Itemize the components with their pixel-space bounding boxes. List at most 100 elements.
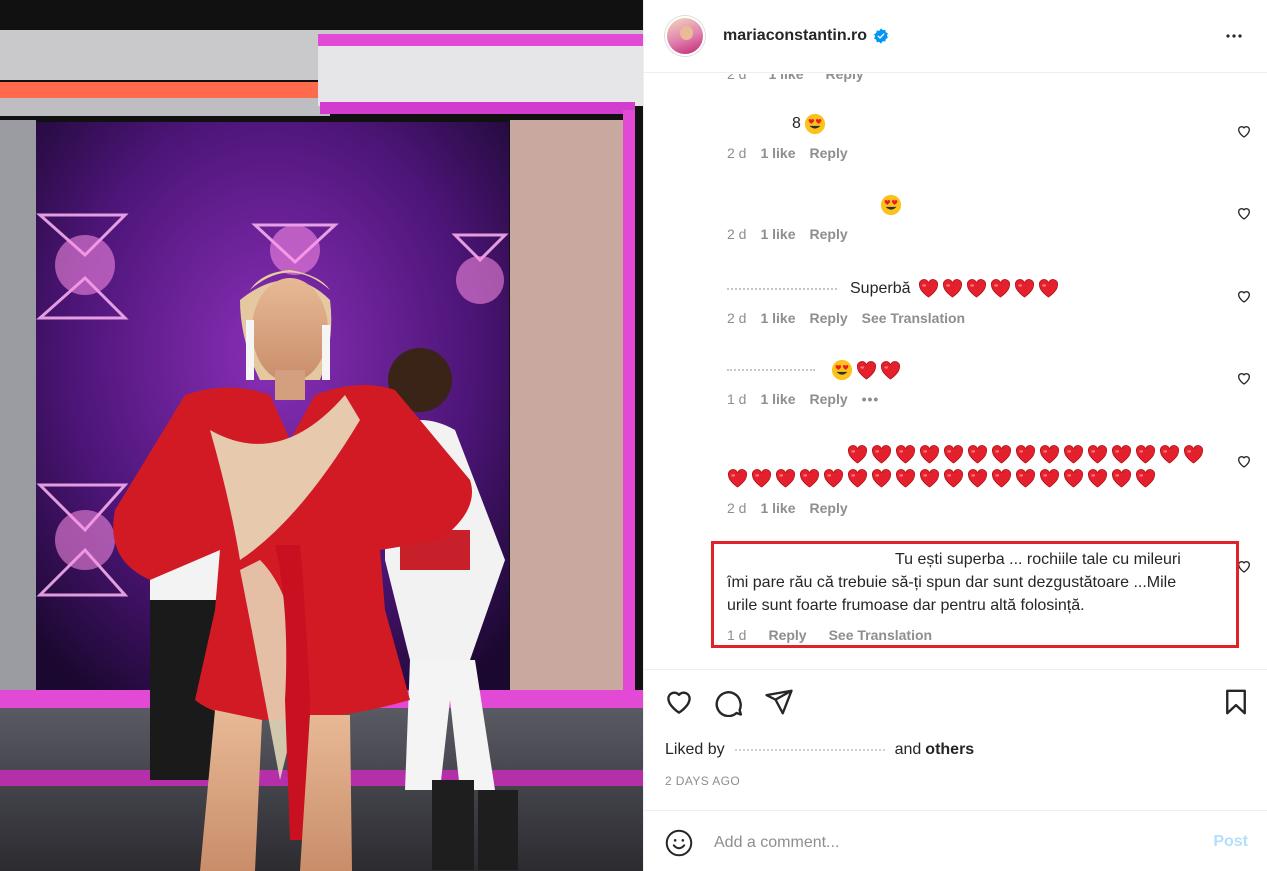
post-header: mariaconstantin.ro <box>644 0 1267 73</box>
heart-eyes-emoji-icon <box>804 113 825 134</box>
comment-likes[interactable]: 1 like <box>768 74 803 82</box>
red-heart-emoji-icon <box>1159 444 1180 464</box>
red-heart-emoji-icon <box>823 468 844 488</box>
red-heart-emoji-icon <box>880 360 901 380</box>
add-comment-bar: Post <box>644 810 1267 871</box>
liked-by-label: Liked by <box>665 741 725 758</box>
comment-input[interactable] <box>714 831 1154 855</box>
highlight-annotation-box <box>711 541 1239 648</box>
comment-text <box>727 442 1227 490</box>
red-heart-emoji-icon <box>1135 444 1156 464</box>
comment-body: Superbă <box>850 280 911 297</box>
comment-like-heart-icon[interactable] <box>1236 453 1252 469</box>
heart-emoji-row <box>727 442 1227 466</box>
red-heart-emoji-icon <box>1039 444 1060 464</box>
comment-likes[interactable]: 1 like <box>760 226 795 242</box>
liked-by-others-link[interactable]: others <box>925 741 974 759</box>
comment-time: 2 d <box>727 500 747 516</box>
post-actions: Liked by and others 2 DAYS AGO <box>644 670 1267 810</box>
comment-body: 8 <box>792 115 801 132</box>
red-heart-emoji-icon <box>895 444 916 464</box>
post-comment-button[interactable]: Post <box>1213 833 1248 851</box>
comment-more-options[interactable]: ••• <box>862 391 880 407</box>
red-heart-emoji-icon <box>1135 468 1156 488</box>
comment-text <box>727 194 1227 216</box>
red-heart-emoji-icon <box>967 444 988 464</box>
red-heart-emoji-icon <box>990 279 1011 298</box>
reply-button[interactable]: Reply <box>810 310 848 326</box>
share-paper-plane-icon[interactable] <box>764 687 794 717</box>
comment-text <box>727 359 1227 381</box>
post-timestamp[interactable]: 2 DAYS AGO <box>665 774 740 788</box>
red-heart-emoji-icon <box>919 444 940 464</box>
red-heart-emoji-icon <box>1014 279 1035 298</box>
emoji-smile-icon[interactable] <box>665 829 693 857</box>
reply-button[interactable]: Reply <box>810 391 848 407</box>
comment-meta-cutoff: 2 d 1 like Reply <box>727 74 864 82</box>
reply-button[interactable]: Reply <box>826 74 864 82</box>
more-options-icon[interactable] <box>1222 24 1246 48</box>
post-username[interactable]: mariaconstantin.ro <box>723 27 867 45</box>
red-heart-emoji-icon <box>1087 468 1108 488</box>
red-heart-emoji-icon <box>871 468 892 488</box>
reply-button[interactable]: Reply <box>810 145 848 161</box>
post-photo[interactable] <box>0 0 643 871</box>
red-heart-emoji-icon <box>991 468 1012 488</box>
red-heart-emoji-icon <box>775 468 796 488</box>
comment-time: 2 d <box>727 226 747 242</box>
comment-like-heart-icon[interactable] <box>1236 288 1252 304</box>
comment-like-heart-icon[interactable] <box>1236 123 1252 139</box>
hidden-username <box>727 287 837 290</box>
comment-meta: 2 d 1 like Reply <box>727 226 1227 242</box>
red-heart-emoji-icon <box>847 444 868 464</box>
heart-eyes-emoji-icon <box>831 359 853 381</box>
comment-time: 2 d <box>727 145 747 161</box>
comment-item: 1 d 1 like Reply ••• <box>727 359 1227 407</box>
red-heart-emoji-icon <box>1039 468 1060 488</box>
profile-avatar[interactable] <box>665 16 705 56</box>
like-heart-icon[interactable] <box>664 687 694 717</box>
comment-item: 2 d 1 like Reply <box>727 442 1227 516</box>
red-heart-emoji-icon <box>943 468 964 488</box>
heart-emoji-row <box>727 466 1227 490</box>
comment-text: 8 <box>727 112 1227 135</box>
hidden-username <box>727 369 815 371</box>
comment-time: 2 d <box>727 310 747 326</box>
red-heart-emoji-icon <box>918 279 939 298</box>
red-heart-emoji-icon <box>799 468 820 488</box>
comment-like-heart-icon[interactable] <box>1236 370 1252 386</box>
red-heart-emoji-icon <box>1015 468 1036 488</box>
comments-list[interactable]: 2 d 1 like Reply 8 2 d 1 like Reply 2 d … <box>644 74 1267 670</box>
hidden-liker-username[interactable] <box>734 749 885 751</box>
comment-likes[interactable]: 1 like <box>760 500 795 516</box>
comment-like-heart-icon[interactable] <box>1236 205 1252 221</box>
red-heart-emoji-icon <box>919 468 940 488</box>
red-heart-emoji-icon <box>991 444 1012 464</box>
red-heart-emoji-icon <box>1063 444 1084 464</box>
comment-time: 2 d <box>727 74 747 82</box>
comment-meta: 2 d 1 like Reply See Translation <box>727 310 1227 326</box>
verified-badge-icon <box>874 28 888 44</box>
reply-button[interactable]: Reply <box>810 500 848 516</box>
red-heart-emoji-icon <box>1111 444 1132 464</box>
save-bookmark-icon[interactable] <box>1221 687 1251 717</box>
liked-by-summary: Liked by and others <box>665 741 974 759</box>
comment-likes[interactable]: 1 like <box>760 391 795 407</box>
red-heart-emoji-icon <box>967 468 988 488</box>
comment-item: 2 d 1 like Reply <box>727 194 1227 242</box>
red-heart-emoji-icon <box>895 468 916 488</box>
red-heart-emoji-icon <box>847 468 868 488</box>
comment-likes[interactable]: 1 like <box>760 145 795 161</box>
comment-likes[interactable]: 1 like <box>760 310 795 326</box>
comment-item: 8 2 d 1 like Reply <box>727 112 1227 161</box>
comment-bubble-icon[interactable] <box>714 687 744 717</box>
see-translation-button[interactable]: See Translation <box>862 310 965 326</box>
red-heart-emoji-icon <box>871 444 892 464</box>
red-heart-emoji-icon <box>1038 279 1059 298</box>
red-heart-emoji-icon <box>1087 444 1108 464</box>
reply-button[interactable]: Reply <box>810 226 848 242</box>
comment-item: Superbă 2 d 1 like Reply See Translation <box>727 277 1227 326</box>
comment-meta: 2 d 1 like Reply <box>727 500 1227 516</box>
red-heart-emoji-icon <box>1063 468 1084 488</box>
comment-text: Superbă <box>727 277 1227 300</box>
